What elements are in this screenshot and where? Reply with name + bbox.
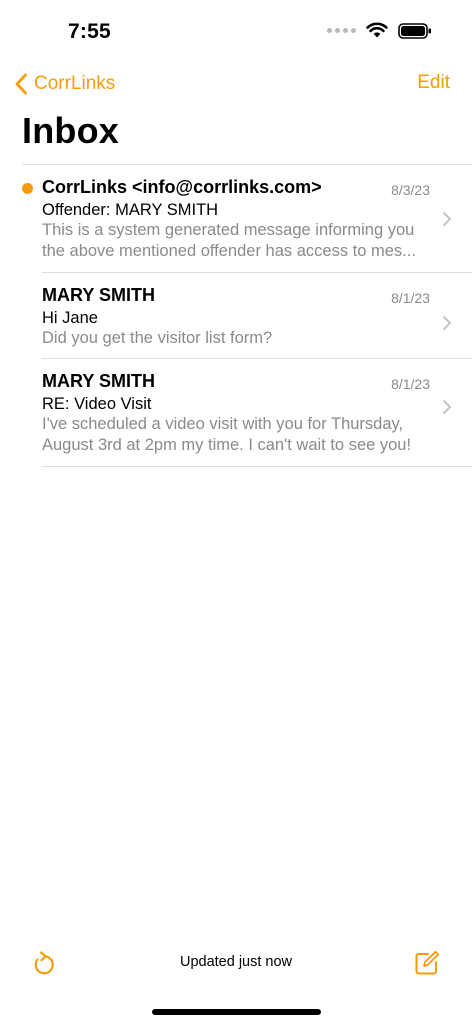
compose-icon xyxy=(415,950,440,975)
compose-button[interactable] xyxy=(414,950,440,981)
message-date: 8/1/23 xyxy=(391,290,430,306)
message-row[interactable]: MARY SMITH 8/1/23 RE: Video Visit I've s… xyxy=(42,359,472,467)
wifi-icon xyxy=(366,22,388,38)
message-list: CorrLinks <info@corrlinks.com> 8/3/23 Of… xyxy=(0,165,472,467)
message-preview-line: August 3rd at 2pm my time. I can't wait … xyxy=(42,436,412,454)
message-preview-line: Did you get the visitor list form? xyxy=(42,329,273,347)
chevron-right-icon xyxy=(443,316,451,330)
message-preview-line: the above mentioned offender has access … xyxy=(42,242,416,260)
message-preview-line: This is a system generated message infor… xyxy=(42,221,415,239)
battery-icon xyxy=(398,22,431,39)
edit-button[interactable]: Edit xyxy=(417,72,450,94)
message-preview-line: I've scheduled a video visit with you fo… xyxy=(42,415,404,433)
page-title: Inbox xyxy=(22,110,119,151)
message-date: 8/1/23 xyxy=(391,376,430,392)
status-time: 7:55 xyxy=(68,20,111,43)
message-preview: I've scheduled a video visit with you fo… xyxy=(42,414,432,456)
chevron-right-icon xyxy=(443,212,451,226)
message-subject: RE: Video Visit xyxy=(42,395,152,413)
message-sender: MARY SMITH xyxy=(42,371,156,391)
message-subject: Hi Jane xyxy=(42,309,98,327)
message-sender: MARY SMITH xyxy=(42,285,156,305)
back-button-label: CorrLinks xyxy=(34,73,116,94)
message-preview: Did you get the visitor list form? xyxy=(42,328,432,349)
chevron-right-icon xyxy=(443,400,451,414)
home-indicator[interactable] xyxy=(152,1009,321,1015)
message-preview: This is a system generated message infor… xyxy=(42,220,432,262)
status-bar: 7:55 xyxy=(0,0,472,60)
message-row[interactable]: CorrLinks <info@corrlinks.com> 8/3/23 Of… xyxy=(22,165,472,273)
message-subject: Offender: MARY SMITH xyxy=(42,201,219,219)
mail-inbox-screen: 7:55 CorrLinks Edit Inbox CorrLinks <inf… xyxy=(0,0,472,1024)
chevron-left-icon xyxy=(15,73,27,95)
message-sender: CorrLinks <info@corrlinks.com> xyxy=(42,177,322,197)
back-button[interactable]: CorrLinks xyxy=(14,70,115,98)
update-status-text: Updated just now xyxy=(179,954,293,970)
unread-indicator xyxy=(22,183,33,194)
cellular-signal-icon xyxy=(327,28,356,33)
message-date: 8/3/23 xyxy=(391,182,430,198)
message-row[interactable]: MARY SMITH 8/1/23 Hi Jane Did you get th… xyxy=(42,273,472,359)
status-icons xyxy=(327,22,432,39)
